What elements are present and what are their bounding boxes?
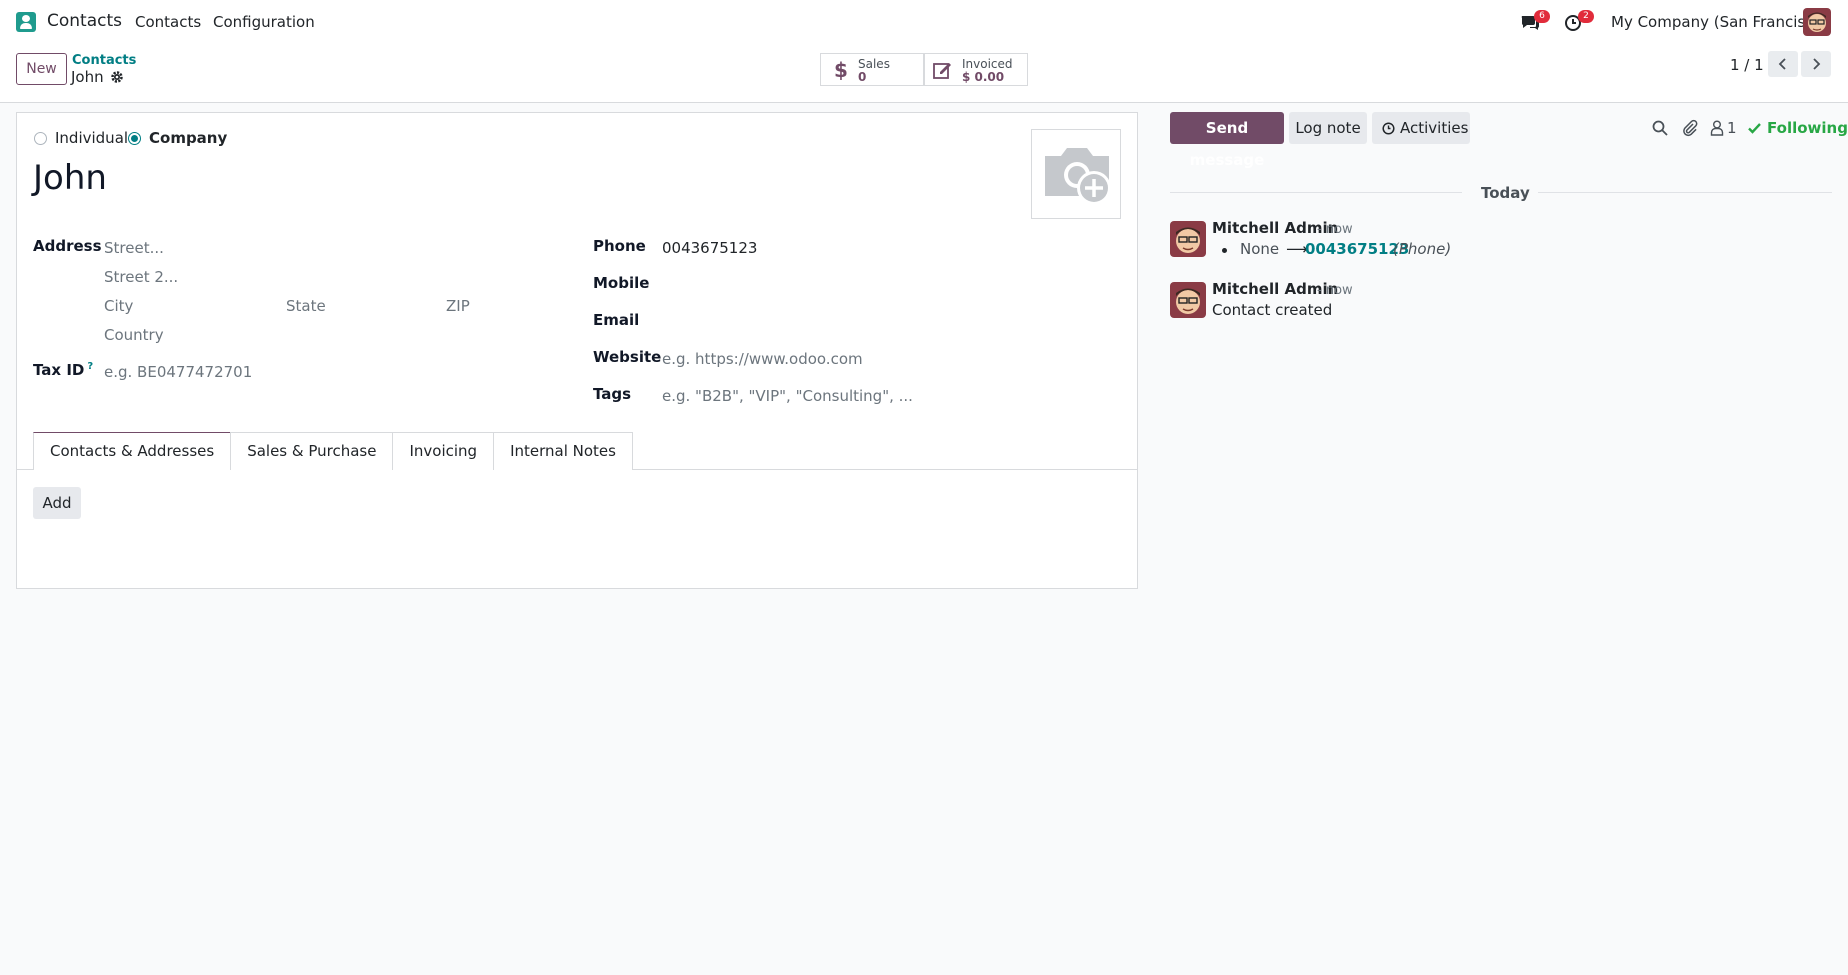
city-input[interactable]: City xyxy=(104,297,133,315)
tax-id-label: Tax ID? xyxy=(33,361,94,379)
tracking-field-name: (Phone) xyxy=(1393,240,1452,258)
invoiced-smart-button[interactable]: Invoiced $ 0.00 xyxy=(924,53,1028,86)
individual-label[interactable]: Individual xyxy=(55,129,128,147)
pager-previous-button[interactable] xyxy=(1768,51,1798,77)
company-switcher[interactable]: My Company (San Francisco) xyxy=(1611,13,1828,31)
breadcrumb-contacts-link[interactable]: Contacts xyxy=(72,53,136,68)
user-icon xyxy=(1710,120,1724,136)
date-separator-label: Today xyxy=(1481,184,1530,202)
notebook-tabs: Contacts & Addresses Sales & Purchase In… xyxy=(33,432,633,470)
sales-label: Sales xyxy=(858,57,890,71)
chevron-left-icon xyxy=(1778,58,1786,70)
mobile-label: Mobile xyxy=(593,274,650,292)
date-separator-right xyxy=(1538,192,1832,193)
tax-id-input[interactable]: e.g. BE0477472701 xyxy=(104,363,252,381)
tab-internal-notes[interactable]: Internal Notes xyxy=(493,432,633,470)
user-avatar[interactable] xyxy=(1803,8,1831,36)
message-author-avatar[interactable] xyxy=(1170,221,1206,257)
state-select[interactable]: State xyxy=(286,297,326,315)
messages-badge: 6 xyxy=(1534,10,1550,23)
check-icon xyxy=(1748,123,1761,134)
address-label: Address xyxy=(33,237,102,255)
company-label[interactable]: Company xyxy=(149,129,227,147)
activities-button[interactable]: Activities xyxy=(1372,112,1470,144)
street-input[interactable]: Street... xyxy=(104,239,164,257)
message-body: Contact created xyxy=(1212,301,1333,319)
message-time: - now xyxy=(1317,283,1353,298)
pager-value[interactable]: 1 / 1 xyxy=(1730,56,1764,74)
zip-input[interactable]: ZIP xyxy=(446,297,470,315)
tags-input[interactable]: e.g. "B2B", "VIP", "Consulting", ... xyxy=(662,387,913,405)
clock-icon xyxy=(1382,122,1395,135)
new-button[interactable]: New xyxy=(16,53,67,85)
activities-badge: 2 xyxy=(1578,10,1594,23)
record-name-input[interactable]: John xyxy=(33,158,107,198)
dollar-icon: $ xyxy=(834,60,847,80)
camera-add-icon xyxy=(1045,148,1111,205)
website-label: Website xyxy=(593,348,662,366)
sales-smart-button[interactable]: $ Sales 0 xyxy=(820,53,924,86)
activities-label: Activities xyxy=(1400,119,1469,137)
website-input[interactable]: e.g. https://www.odoo.com xyxy=(662,350,863,368)
top-navbar: Contacts Contacts Configuration 6 2 My C… xyxy=(0,0,1848,44)
country-select[interactable]: Country xyxy=(104,326,164,344)
tax-id-help-tooltip[interactable]: ? xyxy=(87,361,93,372)
date-separator-left xyxy=(1170,192,1462,193)
tags-label: Tags xyxy=(593,385,632,403)
followers-button[interactable]: 1 xyxy=(1710,119,1742,137)
message-author-avatar[interactable] xyxy=(1170,282,1206,318)
phone-label: Phone xyxy=(593,237,646,255)
tracking-bullet xyxy=(1222,248,1227,253)
log-note-button[interactable]: Log note xyxy=(1289,112,1367,144)
individual-radio[interactable] xyxy=(34,132,47,145)
menu-contacts[interactable]: Contacts xyxy=(135,13,201,31)
street2-input[interactable]: Street 2... xyxy=(104,268,178,286)
phone-input[interactable]: 0043675123 xyxy=(662,239,757,257)
svg-text:$: $ xyxy=(834,60,847,80)
menu-configuration[interactable]: Configuration xyxy=(213,13,315,31)
mobile-input[interactable] xyxy=(662,272,1122,294)
tab-sales-purchase[interactable]: Sales & Purchase xyxy=(230,432,393,470)
send-message-button[interactable]: Send message xyxy=(1170,112,1284,169)
following-button[interactable]: Following xyxy=(1767,119,1848,137)
breadcrumb-current: John xyxy=(71,68,104,86)
pager-next-button[interactable] xyxy=(1801,51,1831,77)
sales-value: 0 xyxy=(858,70,867,84)
search-icon[interactable] xyxy=(1651,119,1669,137)
tab-invoicing[interactable]: Invoicing xyxy=(392,432,494,470)
followers-count: 1 xyxy=(1727,119,1737,137)
pencil-square-icon xyxy=(933,63,951,79)
form-sheet: Individual Company John Address Street..… xyxy=(16,112,1138,589)
paperclip-icon[interactable] xyxy=(1681,119,1699,137)
tab-contacts-addresses[interactable]: Contacts & Addresses xyxy=(33,432,231,470)
control-panel: New Contacts John $ Sales 0 Invoiced $ 0… xyxy=(0,44,1848,103)
message-time: - now xyxy=(1317,222,1353,237)
email-label: Email xyxy=(593,311,640,329)
contacts-app-icon[interactable] xyxy=(16,12,36,32)
chevron-right-icon xyxy=(1813,58,1821,70)
gear-icon[interactable] xyxy=(110,70,124,84)
add-contact-button[interactable]: Add xyxy=(33,487,81,519)
company-radio[interactable] xyxy=(128,132,141,145)
photo-upload[interactable] xyxy=(1031,129,1121,219)
invoiced-label: Invoiced xyxy=(962,57,1013,71)
email-input[interactable] xyxy=(662,309,1122,331)
invoiced-value: $ 0.00 xyxy=(962,70,1005,84)
app-name[interactable]: Contacts xyxy=(47,11,122,31)
tracking-old-value: None xyxy=(1240,240,1280,258)
